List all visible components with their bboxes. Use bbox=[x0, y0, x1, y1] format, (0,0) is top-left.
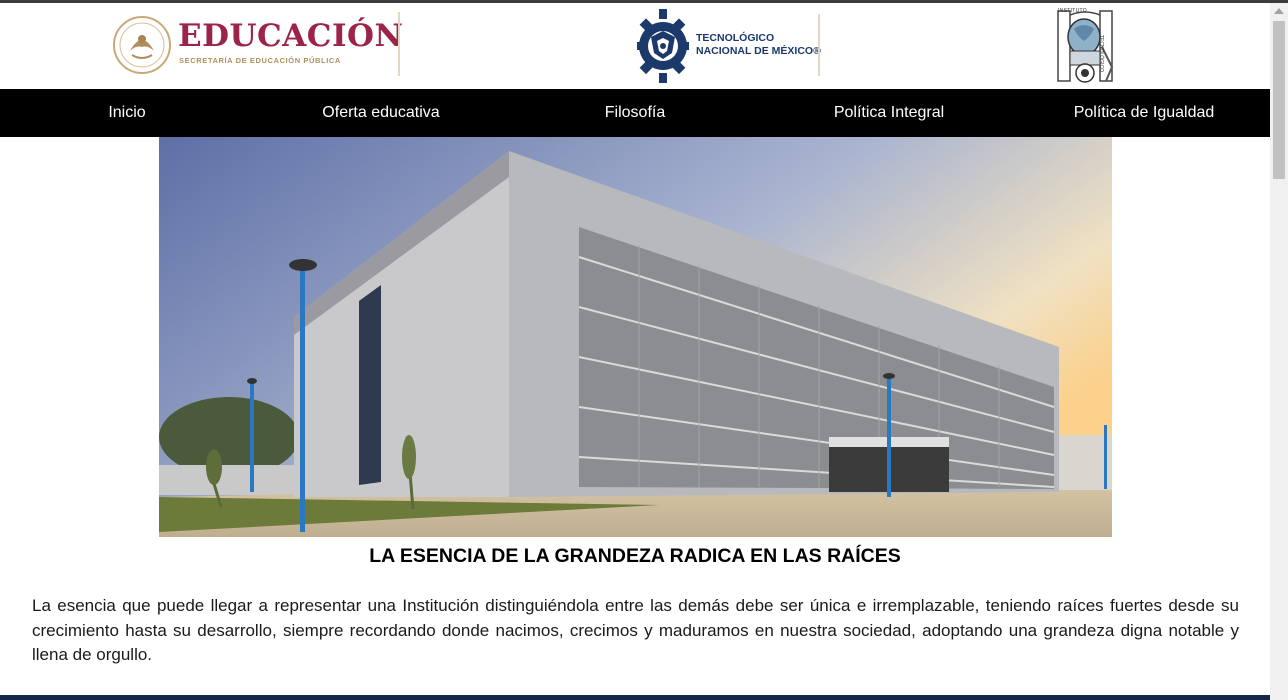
sep-title: EDUCACIÓN bbox=[178, 18, 404, 54]
nav-item-politica-igualdad[interactable]: Política de Igualdad bbox=[1074, 89, 1215, 137]
tecnm-gear-logo-icon bbox=[637, 9, 689, 83]
nav-item-inicio[interactable]: Inicio bbox=[108, 89, 145, 137]
nav-item-oferta-educativa[interactable]: Oferta educativa bbox=[322, 89, 439, 137]
nav-item-filosofia[interactable]: Filosofía bbox=[605, 89, 665, 137]
header-divider bbox=[398, 12, 400, 76]
sep-subtitle: SECRETARÍA DE EDUCACIÓN PÚBLICA bbox=[179, 56, 341, 65]
site-header: EDUCACIÓN SECRETARÍA DE EDUCACIÓN PÚBLIC… bbox=[0, 3, 1270, 89]
tecnm-name: TECNOLÓGICO NACIONAL DE MÉXICO® bbox=[696, 32, 821, 58]
mexico-coat-of-arms-icon bbox=[113, 16, 171, 74]
main-navigation: Inicio Oferta educativa Filosofía Políti… bbox=[0, 89, 1270, 137]
campus-building-image bbox=[159, 137, 1112, 537]
institute-logo-text-side: TECNOLÓGICO bbox=[1098, 35, 1104, 72]
institute-logo-text-top: INSTITUTO bbox=[1058, 8, 1087, 14]
tecnm-line2: NACIONAL DE MÉXICO® bbox=[696, 45, 821, 57]
institute-logo-icon bbox=[1057, 10, 1114, 83]
tecnm-line1: TECNOLÓGICO bbox=[696, 32, 775, 44]
footer-bar bbox=[0, 695, 1270, 700]
nav-item-politica-integral[interactable]: Política Integral bbox=[834, 89, 944, 137]
intro-paragraph: La esencia que puede llegar a representa… bbox=[32, 596, 1239, 664]
scroll-up-icon[interactable] bbox=[1274, 8, 1284, 14]
scrollbar-thumb[interactable] bbox=[1273, 21, 1285, 179]
vertical-scrollbar[interactable] bbox=[1270, 3, 1288, 700]
header-divider bbox=[818, 14, 820, 76]
page-heading: LA ESENCIA DE LA GRANDEZA RADICA EN LAS … bbox=[369, 545, 901, 567]
